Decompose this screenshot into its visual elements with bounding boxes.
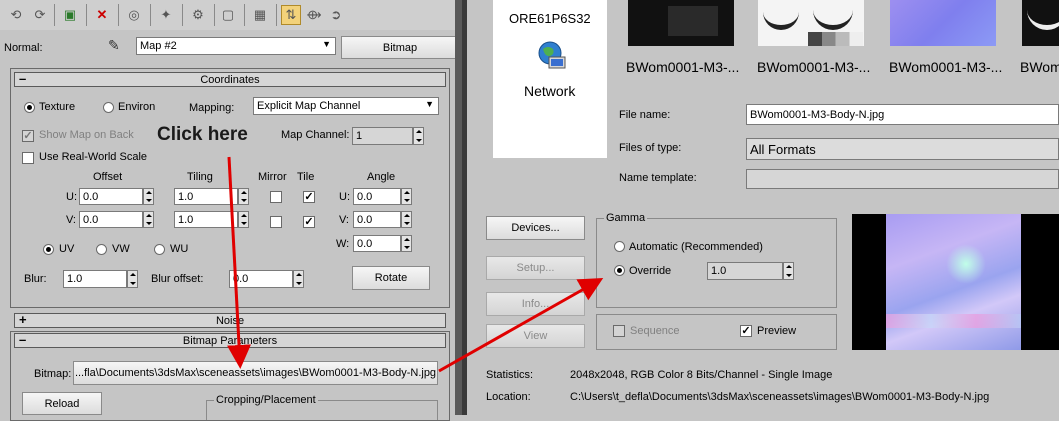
arrow-to-override	[438, 278, 604, 373]
arrow-to-bitmap	[227, 156, 252, 369]
annotation-arrows	[227, 156, 604, 373]
